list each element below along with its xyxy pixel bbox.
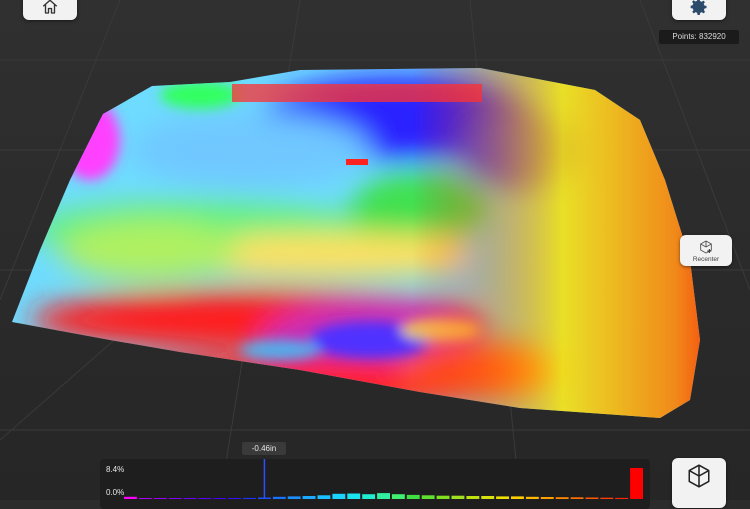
histogram-bar (168, 498, 182, 499)
histogram-bar (555, 497, 569, 499)
histogram-bar (153, 498, 167, 499)
histogram-bar (436, 495, 450, 499)
histogram-bar (466, 496, 480, 499)
histogram-bar (362, 494, 376, 499)
histogram-bar (213, 498, 227, 499)
histogram-bar (600, 497, 614, 499)
histogram-bar (421, 495, 435, 499)
histogram-bar (302, 496, 316, 499)
histogram-bar (198, 498, 212, 499)
histogram-bar (630, 468, 643, 499)
home-button[interactable] (23, 0, 77, 20)
histogram-bar (138, 498, 152, 499)
histogram-bar (406, 494, 420, 499)
histogram-bar (496, 496, 509, 499)
histogram-bar (243, 497, 256, 499)
histogram-bar (570, 497, 584, 499)
histogram-bar (317, 495, 331, 499)
histogram-bar (124, 496, 137, 499)
points-count: Points: 832920 (659, 30, 739, 44)
histogram-bar (377, 493, 390, 499)
histogram-bar (287, 496, 301, 499)
recenter-icon (700, 239, 712, 254)
histogram-bar (332, 493, 346, 499)
cube-icon (688, 464, 710, 488)
histogram-bar (183, 498, 197, 499)
histogram-bar (451, 495, 465, 499)
view-mode-button[interactable] (672, 458, 726, 508)
wall-edge (232, 84, 482, 102)
settings-button[interactable] (672, 0, 726, 20)
histogram-bar (481, 496, 495, 499)
histogram-bar (272, 496, 286, 499)
histogram-bar (615, 497, 629, 499)
histogram-bar (585, 497, 599, 499)
home-icon (42, 0, 58, 14)
histogram-bar (228, 498, 242, 499)
small-obstacle (346, 159, 368, 165)
recenter-label: Recenter (692, 255, 720, 263)
histogram-bars (124, 459, 643, 499)
histogram-bar (391, 494, 405, 499)
histogram-bar (525, 496, 539, 499)
marker-value-tag: -0.46in (242, 442, 286, 455)
histogram-bar (540, 497, 554, 499)
gear-icon (690, 0, 707, 16)
recenter-button[interactable]: Recenter (680, 235, 732, 266)
point-cloud-viewport[interactable] (0, 0, 750, 500)
histogram-bar (511, 496, 524, 499)
histogram-bar (347, 493, 361, 499)
elevation-histogram: 8.4% 0.0% (100, 459, 650, 509)
